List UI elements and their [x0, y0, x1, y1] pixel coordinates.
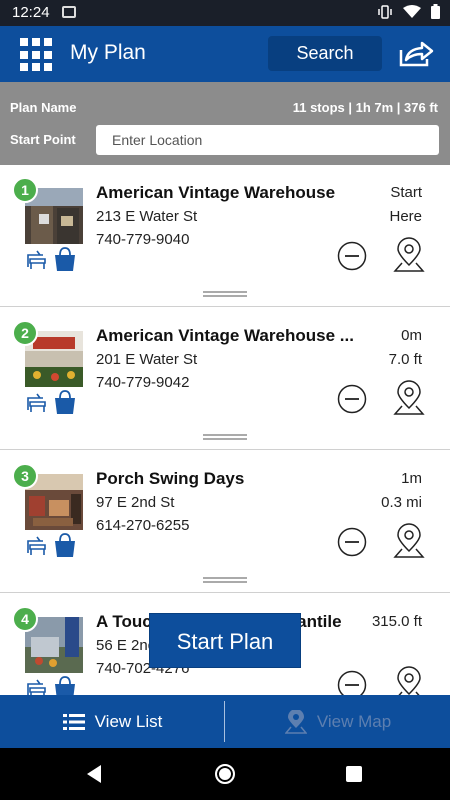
- stop-address: 213 E Water St: [96, 208, 198, 225]
- stop-distance: Here: [389, 208, 422, 225]
- map-pin-icon[interactable]: [393, 380, 425, 416]
- home-icon[interactable]: [215, 764, 235, 784]
- stop-distance: 7.0 ft: [388, 351, 422, 368]
- share-icon[interactable]: [398, 38, 434, 68]
- tab-view-list-label: View List: [94, 711, 163, 731]
- image-notification-icon: [62, 6, 76, 18]
- stop-distance: 315.0 ft: [371, 613, 422, 630]
- plan-name-label: Plan Name: [10, 100, 77, 115]
- furniture-icon: [27, 250, 46, 269]
- plan-summary: 11 stops | 1h 7m | 376 ft: [292, 100, 438, 115]
- recent-apps-icon[interactable]: [346, 766, 362, 782]
- remove-stop-icon[interactable]: [337, 527, 367, 557]
- stop-name: American Vintage Warehouse: [96, 183, 336, 202]
- map-pin-icon[interactable]: [393, 523, 425, 559]
- shopping-bag-icon: [55, 533, 75, 557]
- list-icon: [62, 713, 85, 730]
- wifi-icon: [403, 4, 421, 18]
- tab-view-map-label: View Map: [316, 711, 392, 731]
- status-icons: [377, 4, 440, 19]
- remove-stop-icon[interactable]: [337, 384, 367, 414]
- shopping-bag-icon: [55, 676, 75, 695]
- app-bar: My Plan Search: [0, 26, 450, 82]
- apps-grid-icon[interactable]: [20, 38, 54, 72]
- page-title: My Plan: [70, 41, 146, 64]
- stop-number-badge: 1: [12, 177, 38, 203]
- furniture-icon: [27, 536, 46, 555]
- map-pin-icon[interactable]: [393, 237, 425, 273]
- bottom-tab-bar: View List View Map: [0, 695, 450, 748]
- stop-phone[interactable]: 740-779-9042: [96, 374, 189, 391]
- category-icons: [25, 390, 77, 415]
- category-icons: [25, 533, 77, 558]
- remove-stop-icon[interactable]: [337, 241, 367, 271]
- start-plan-button[interactable]: Start Plan: [149, 613, 301, 668]
- stop-item[interactable]: 1 American Vintage Warehouse 213 E Water…: [0, 165, 450, 307]
- drag-handle[interactable]: [203, 434, 247, 440]
- stop-number-badge: 4: [12, 606, 38, 632]
- stop-address: 201 E Water St: [96, 351, 198, 368]
- stop-address: 97 E 2nd St: [96, 494, 175, 511]
- stop-name: Porch Swing Days: [96, 469, 245, 488]
- start-point-label: Start Point: [10, 132, 76, 147]
- furniture-icon: [27, 679, 46, 695]
- stop-number-badge: 3: [12, 463, 38, 489]
- tab-view-map[interactable]: View Map: [226, 695, 450, 748]
- furniture-icon: [27, 393, 46, 412]
- stop-time: Start: [390, 184, 422, 201]
- map-pin-icon: [284, 709, 307, 734]
- drag-handle[interactable]: [203, 291, 247, 297]
- battery-icon: [431, 4, 440, 19]
- stop-phone[interactable]: 614-270-6255: [96, 517, 189, 534]
- shopping-bag-icon: [55, 247, 75, 271]
- tab-divider: [224, 701, 225, 742]
- stop-item[interactable]: 3 Porch Swing Days 97 E 2nd St 614-270-6…: [0, 451, 450, 593]
- category-icons: [25, 676, 77, 695]
- search-button[interactable]: Search: [268, 36, 382, 71]
- start-location-input[interactable]: [96, 125, 439, 155]
- tab-view-list[interactable]: View List: [0, 695, 225, 748]
- stop-item[interactable]: 2 American Vintage Warehouse ... 201 E W…: [0, 308, 450, 450]
- system-nav-bar: [0, 748, 450, 800]
- back-icon[interactable]: [85, 764, 103, 784]
- stop-time: 1m: [401, 470, 422, 487]
- vibrate-icon: [378, 4, 392, 19]
- drag-handle[interactable]: [203, 577, 247, 583]
- status-time: 12:24: [12, 4, 50, 21]
- shopping-bag-icon: [55, 390, 75, 414]
- stop-number-badge: 2: [12, 320, 38, 346]
- map-pin-icon[interactable]: [393, 666, 425, 695]
- plan-header: Plan Name 11 stops | 1h 7m | 376 ft Star…: [0, 82, 450, 165]
- stop-time: 0m: [401, 327, 422, 344]
- stop-phone[interactable]: 740-779-9040: [96, 231, 189, 248]
- category-icons: [25, 247, 77, 272]
- stop-distance: 0.3 mi: [381, 494, 422, 511]
- stop-name: American Vintage Warehouse ...: [96, 326, 354, 345]
- remove-stop-icon[interactable]: [337, 670, 367, 695]
- status-bar: 12:24: [0, 0, 450, 26]
